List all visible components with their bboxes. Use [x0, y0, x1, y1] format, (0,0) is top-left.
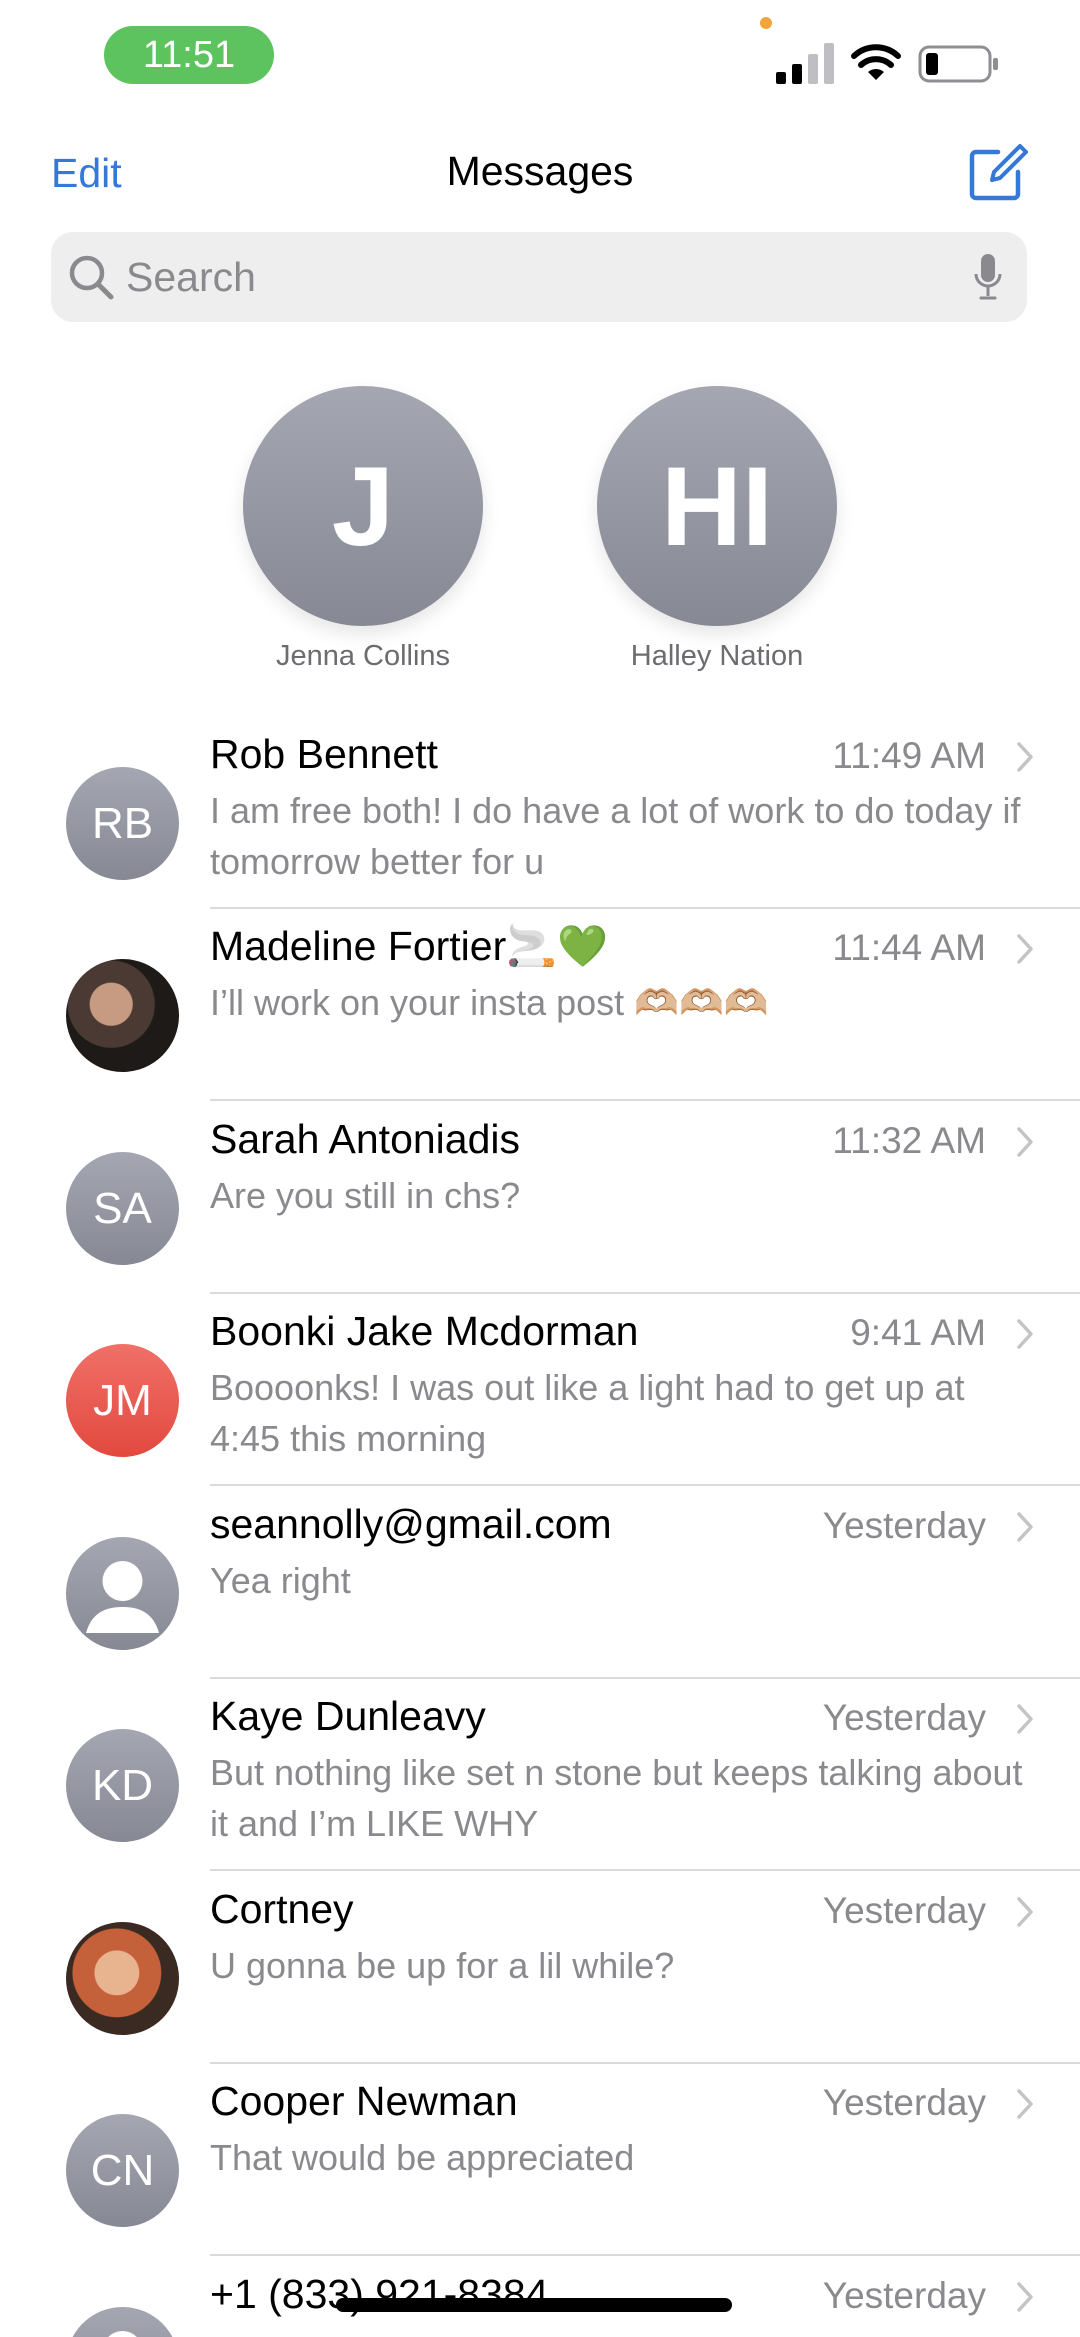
message-preview: But nothing like set n stone but keeps t…: [210, 1752, 1023, 1844]
message-time: Yesterday: [822, 1890, 986, 1931]
chevron-right-icon: [1017, 2282, 1033, 2312]
privacy-indicator-dot: [760, 17, 772, 29]
message-preview: Boooonks! I was out like a light had to …: [210, 1367, 965, 1459]
microphone-icon[interactable]: [973, 252, 1003, 302]
search-input[interactable]: Search: [126, 254, 973, 301]
chevron-right-icon: [1017, 742, 1033, 772]
message-preview: U gonna be up for a lil while?: [210, 1945, 675, 1986]
message-preview: That would be appreciated: [210, 2137, 635, 2178]
cellular-signal-icon: [776, 43, 834, 84]
contact-name: seannolly@gmail.com: [210, 1501, 612, 1547]
pinned-avatar: J: [243, 386, 483, 626]
avatar: CN: [66, 2114, 179, 2227]
conversation-row[interactable]: seannolly@gmail.com Yesterday Yea right: [0, 1487, 1080, 1679]
avatar: KD: [66, 1729, 179, 1842]
pinned-avatar: HI: [597, 386, 837, 626]
person-icon: [66, 1537, 179, 1650]
avatar: JM: [66, 1344, 179, 1457]
row-divider: [210, 1869, 1080, 1871]
pinned-name: Halley Nation: [630, 640, 804, 672]
message-time: Yesterday: [822, 2082, 986, 2123]
message-time: 11:49 AM: [832, 735, 986, 776]
row-divider: [210, 2254, 1080, 2256]
message-preview: I am free both! I do have a lot of work …: [210, 790, 1021, 882]
conversation-row[interactable]: CN Cooper Newman Yesterday That would be…: [0, 2064, 1080, 2256]
chevron-right-icon: [1017, 1512, 1033, 1542]
message-time: 11:44 AM: [832, 927, 986, 968]
compose-icon[interactable]: [968, 142, 1028, 202]
message-time: 9:41 AM: [850, 1312, 986, 1353]
message-time: Yesterday: [822, 2275, 986, 2316]
message-time: Yesterday: [822, 1697, 986, 1738]
chevron-right-icon: [1017, 1704, 1033, 1734]
pinned-conversation[interactable]: HI Halley Nation: [597, 386, 837, 673]
chevron-right-icon: [1017, 1897, 1033, 1927]
conversation-row[interactable]: KD Kaye Dunleavy Yesterday But nothing l…: [0, 1679, 1080, 1871]
person-icon: [66, 2307, 179, 2337]
contact-name: Kaye Dunleavy: [210, 1693, 486, 1739]
conversation-row[interactable]: Cortney Yesterday U gonna be up for a li…: [0, 1872, 1080, 2064]
avatar: RB: [66, 767, 179, 880]
status-time: 11:51: [104, 26, 274, 84]
row-divider: [210, 1484, 1080, 1486]
contact-name: Cooper Newman: [210, 2078, 518, 2124]
avatar-photo: [66, 1922, 179, 2035]
message-preview: I’ll work on your insta post 🫶🏼🫶🏼🫶🏼: [210, 982, 769, 1023]
contact-name: Sarah Antoniadis: [210, 1116, 521, 1162]
pinned-conversation[interactable]: J Jenna Collins: [243, 386, 483, 673]
contact-name: Cortney: [210, 1886, 354, 1932]
search-bar[interactable]: Search: [51, 232, 1027, 322]
message-preview: Are you still in chs?: [210, 1175, 521, 1216]
wifi-icon: [851, 44, 901, 80]
avatar-photo: [66, 959, 179, 1072]
conversation-row[interactable]: RB Rob Bennett 11:49 AM I am free both! …: [0, 717, 1080, 909]
contact-name: Rob Bennett: [210, 731, 438, 777]
contact-name: Madeline Fortier🚬💚: [210, 923, 609, 969]
chevron-right-icon: [1017, 2089, 1033, 2119]
chevron-right-icon: [1017, 1127, 1033, 1157]
chevron-right-icon: [1017, 1319, 1033, 1349]
avatar: SA: [66, 1152, 179, 1265]
conversation-row[interactable]: JM Boonki Jake Mcdorman 9:41 AM Boooonks…: [0, 1294, 1080, 1486]
search-icon: [69, 255, 114, 300]
conversation-row[interactable]: Madeline Fortier🚬💚 11:44 AM I’ll work on…: [0, 909, 1080, 1101]
conversation-row[interactable]: +1 (833) 921-8384 Yesterday: [0, 2257, 1080, 2337]
battery-icon: [918, 45, 998, 83]
page-title: Messages: [446, 148, 634, 194]
chevron-right-icon: [1017, 934, 1033, 964]
message-time: 11:32 AM: [832, 1120, 986, 1161]
pinned-name: Jenna Collins: [275, 640, 451, 672]
contact-name: Boonki Jake Mcdorman: [210, 1308, 639, 1354]
message-preview: Yea right: [210, 1560, 351, 1601]
message-time: Yesterday: [822, 1505, 986, 1546]
home-indicator[interactable]: [336, 2298, 732, 2312]
row-divider: [210, 1099, 1080, 1101]
conversation-row[interactable]: SA Sarah Antoniadis 11:32 AM Are you sti…: [0, 1102, 1080, 1294]
